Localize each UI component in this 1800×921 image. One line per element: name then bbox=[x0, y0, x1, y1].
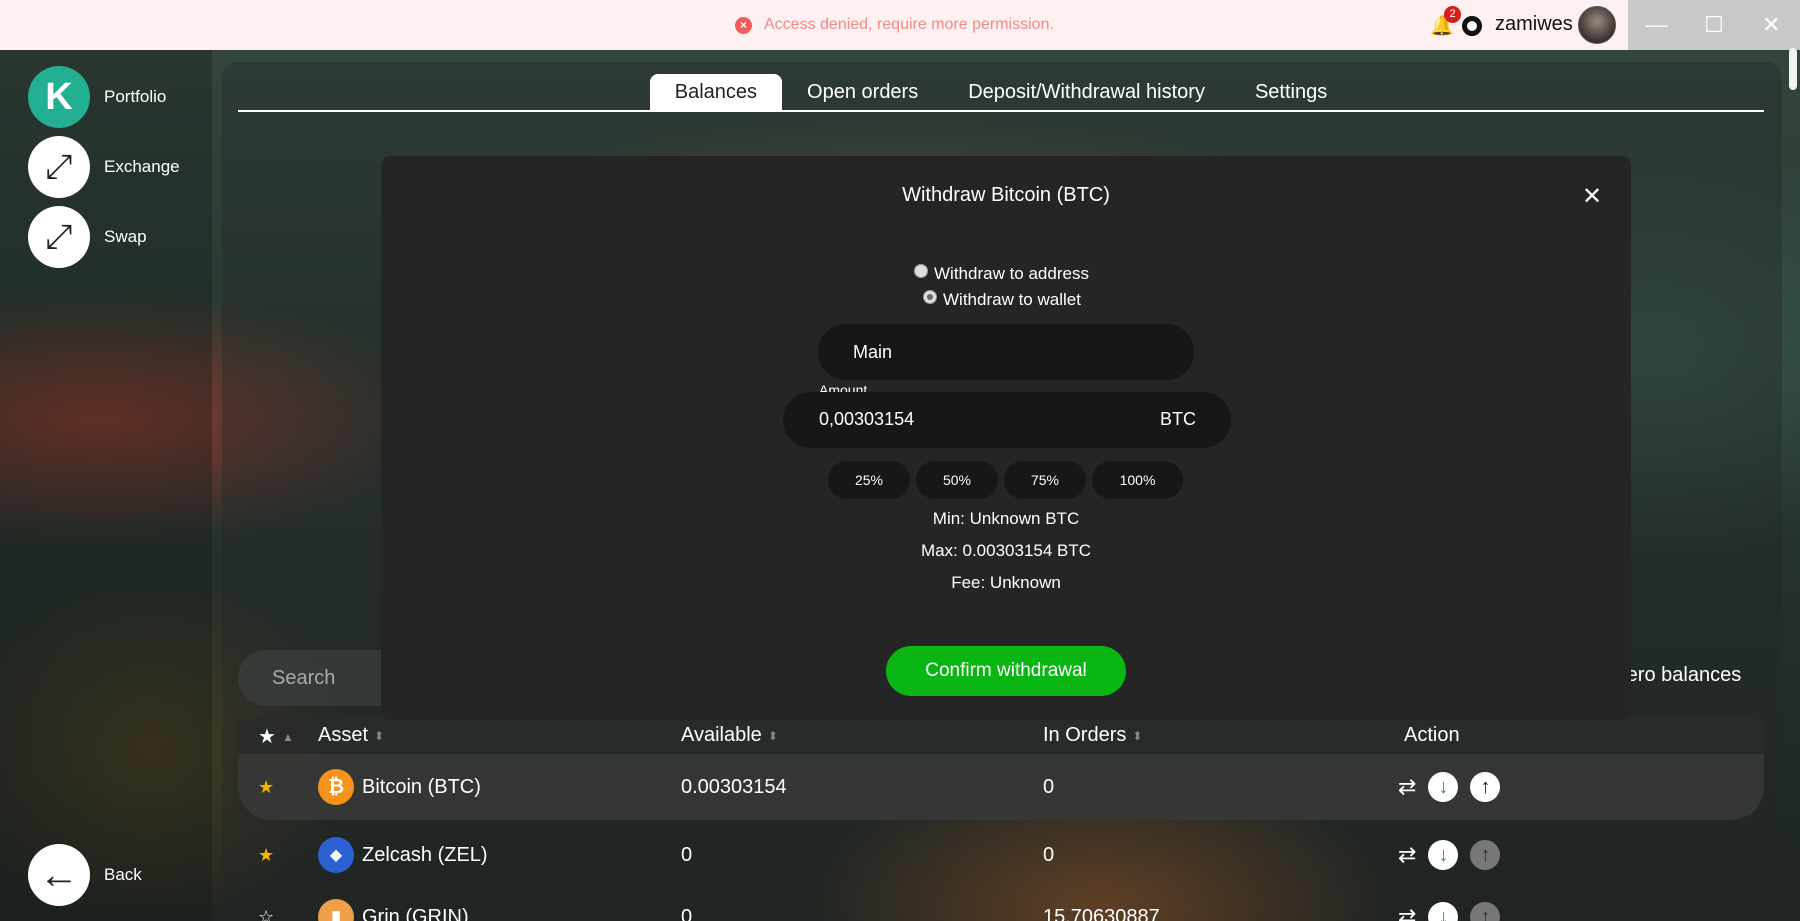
tab-deposit-withdrawal-history[interactable]: Deposit/Withdrawal history bbox=[943, 74, 1230, 110]
deposit-icon[interactable]: ↓ bbox=[1428, 772, 1459, 802]
bitcoin-icon: ₿ bbox=[318, 769, 354, 805]
top-bar: × Access denied, require more permission… bbox=[0, 0, 1628, 50]
sidebar: K Portfolio ⤢ Exchange ⤢ Swap ← Back bbox=[0, 50, 212, 921]
sort-icon: ⬍ bbox=[767, 728, 778, 743]
swap-icon[interactable]: ⇄ bbox=[1398, 774, 1416, 800]
amount-value: 0,00303154 bbox=[819, 409, 915, 429]
deposit-icon[interactable]: ↓ bbox=[1428, 902, 1459, 921]
column-asset[interactable]: Asset ⬍ bbox=[318, 724, 384, 747]
in-orders-value: 15.70630887 bbox=[1043, 905, 1160, 921]
min-info: Min: Unknown BTC bbox=[932, 509, 1080, 528]
tab-settings[interactable]: Settings bbox=[1230, 74, 1352, 110]
table-header: ★ ▲ Asset ⬍ Available ⬍ In Orders ⬍ Action bbox=[238, 718, 1764, 752]
percent-75-button[interactable]: 75% bbox=[1004, 461, 1086, 499]
help-lifebuoy-icon[interactable] bbox=[1462, 16, 1482, 36]
withdraw-to-address-option[interactable]: Withdraw to address bbox=[914, 264, 1089, 284]
available-value: 0 bbox=[681, 905, 693, 921]
kucoin-logo-icon: K bbox=[28, 66, 90, 128]
swap-icon[interactable]: ⇄ bbox=[1398, 904, 1416, 921]
grin-icon: ▮ bbox=[318, 899, 354, 921]
zelcash-icon: ◆ bbox=[318, 837, 354, 873]
available-value: 0.00303154 bbox=[681, 775, 787, 798]
window-controls: — ☐ ✕ bbox=[1628, 0, 1800, 50]
percent-100-button[interactable]: 100% bbox=[1092, 461, 1183, 499]
swap-icon[interactable]: ⇄ bbox=[1398, 842, 1416, 868]
tab-open-orders[interactable]: Open orders bbox=[782, 74, 943, 110]
table-row: ★ ◆ Zelcash (ZEL) 0 0 ⇄ ↓ ↑ bbox=[238, 822, 1764, 888]
scrollbar[interactable] bbox=[1789, 48, 1797, 90]
close-window-icon[interactable]: ✕ bbox=[1751, 12, 1791, 38]
withdraw-modal: Withdraw Bitcoin (BTC) ✕ Withdraw to add… bbox=[381, 156, 1631, 720]
asset-name: Bitcoin (BTC) bbox=[362, 775, 481, 798]
access-alert: × Access denied, require more permission… bbox=[735, 14, 1054, 36]
table-row: ★ ₿ Bitcoin (BTC) 0.00303154 0 ⇄ ↓ ↑ bbox=[238, 754, 1764, 820]
sidebar-item-label: Swap bbox=[104, 227, 147, 246]
max-info: Max: 0.00303154 BTC bbox=[920, 541, 1092, 560]
sidebar-item-swap[interactable]: ⤢ Swap bbox=[28, 206, 147, 268]
fee-info: Fee: Unknown bbox=[951, 573, 1061, 592]
percent-25-button[interactable]: 25% bbox=[828, 461, 910, 499]
radio-button[interactable] bbox=[923, 290, 937, 304]
tab-bar: Balances Open orders Deposit/Withdrawal … bbox=[238, 74, 1764, 112]
amount-input[interactable]: 0,00303154 BTC bbox=[783, 392, 1231, 448]
column-label: Asset bbox=[318, 724, 369, 746]
option-label: Withdraw to address bbox=[934, 264, 1089, 283]
asset-name: Grin (GRIN) bbox=[362, 905, 469, 921]
back-button[interactable]: ← Back bbox=[28, 844, 142, 906]
deposit-icon[interactable]: ↓ bbox=[1428, 840, 1459, 870]
sidebar-item-portfolio[interactable]: K Portfolio bbox=[28, 66, 166, 128]
table-row: ☆ ▮ Grin (GRIN) 0 15.70630887 ⇄ ↓ ↑ bbox=[238, 884, 1764, 921]
asset-name: Zelcash (ZEL) bbox=[362, 843, 488, 866]
percent-50-button[interactable]: 50% bbox=[916, 461, 998, 499]
wallet-select[interactable]: Main bbox=[818, 324, 1194, 380]
star-icon: ★ bbox=[258, 726, 276, 748]
close-icon[interactable]: ✕ bbox=[1577, 182, 1607, 212]
in-orders-value: 0 bbox=[1043, 775, 1055, 798]
option-label: Withdraw to wallet bbox=[943, 290, 1081, 309]
favorite-sort[interactable]: ★ ▲ bbox=[258, 724, 294, 749]
sidebar-item-label: Portfolio bbox=[104, 87, 167, 106]
star-icon[interactable]: ★ bbox=[258, 845, 274, 866]
sidebar-item-exchange[interactable]: ⤢ Exchange bbox=[28, 136, 180, 198]
withdraw-icon[interactable]: ↑ bbox=[1470, 902, 1501, 921]
column-in-orders[interactable]: In Orders ⬍ bbox=[1043, 724, 1142, 747]
search-input[interactable]: Search bbox=[238, 650, 398, 706]
column-label: In Orders bbox=[1043, 724, 1127, 746]
alert-text: Access denied, require more permission. bbox=[764, 16, 1054, 33]
sort-icon: ⬍ bbox=[374, 728, 385, 743]
available-value: 0 bbox=[681, 843, 693, 866]
sort-icon: ⬍ bbox=[1132, 728, 1143, 743]
modal-title: Withdraw Bitcoin (BTC) bbox=[902, 184, 1110, 206]
username[interactable]: zamiwes bbox=[1495, 13, 1573, 36]
amount-unit: BTC bbox=[1160, 409, 1196, 429]
swap-arrows-icon: ⤢ bbox=[28, 206, 90, 268]
column-label: Action bbox=[1404, 724, 1460, 746]
column-available[interactable]: Available ⬍ bbox=[681, 724, 778, 747]
withdraw-to-wallet-option[interactable]: Withdraw to wallet bbox=[923, 290, 1081, 310]
exchange-arrows-icon: ⤢ bbox=[28, 136, 90, 198]
column-action: Action bbox=[1404, 724, 1460, 747]
radio-button[interactable] bbox=[914, 264, 928, 278]
confirm-withdrawal-button[interactable]: Confirm withdrawal bbox=[886, 646, 1126, 696]
maximize-icon[interactable]: ☐ bbox=[1694, 12, 1734, 38]
in-orders-value: 0 bbox=[1043, 843, 1055, 866]
sort-icon: ▲ bbox=[281, 729, 294, 744]
back-label: Back bbox=[104, 865, 142, 884]
withdraw-icon[interactable]: ↑ bbox=[1470, 772, 1501, 802]
arrow-left-icon: ← bbox=[28, 844, 90, 906]
percent-buttons: 25% 50% 75% 100% bbox=[828, 461, 1183, 499]
column-label: Available bbox=[681, 724, 762, 746]
minimize-icon[interactable]: — bbox=[1637, 12, 1677, 38]
withdraw-icon[interactable]: ↑ bbox=[1470, 840, 1501, 870]
star-outline-icon[interactable]: ☆ bbox=[258, 907, 274, 921]
tab-balances[interactable]: Balances bbox=[649, 74, 783, 110]
notification-badge: 2 bbox=[1444, 6, 1461, 23]
error-icon: × bbox=[735, 16, 752, 34]
sidebar-item-label: Exchange bbox=[104, 157, 180, 176]
star-icon[interactable]: ★ bbox=[258, 777, 274, 798]
avatar[interactable] bbox=[1578, 6, 1616, 44]
